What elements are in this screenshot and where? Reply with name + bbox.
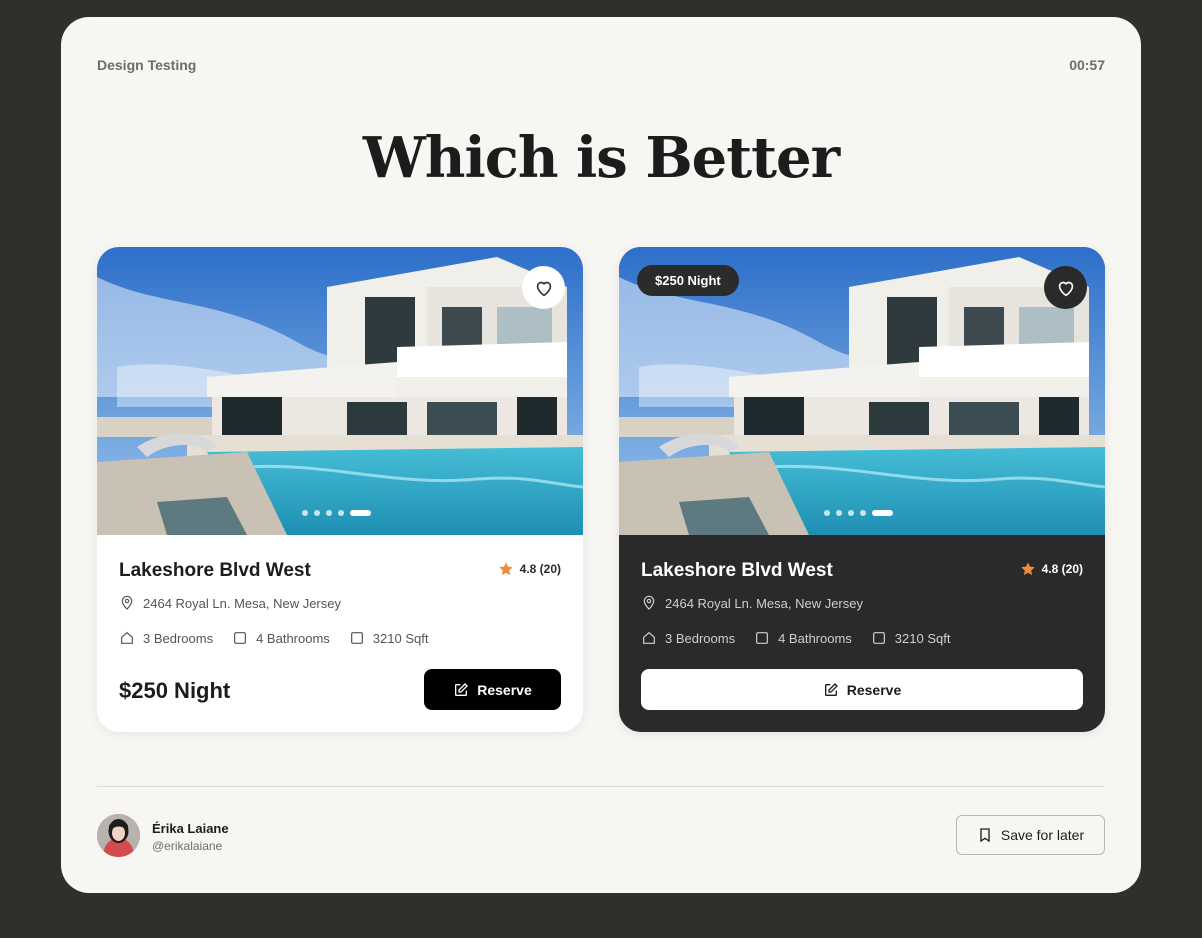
carousel-indicators[interactable] — [824, 510, 893, 516]
location-pin-icon — [121, 595, 133, 610]
user-handle: @erikalaiane — [152, 839, 223, 853]
rating: 4.8 (20) — [498, 561, 561, 577]
listing-name: Lakeshore Blvd West — [641, 560, 833, 581]
carousel-dot[interactable] — [860, 510, 866, 516]
location-pin-icon — [643, 595, 655, 610]
favorite-button[interactable] — [1044, 266, 1087, 309]
reserve-label: Reserve — [846, 681, 902, 698]
carousel-dot[interactable] — [314, 510, 320, 516]
address: 2464 Royal Ln. Mesa, New Jersey — [119, 595, 341, 611]
carousel-dot[interactable] — [824, 510, 830, 516]
address: 2464 Royal Ln. Mesa, New Jersey — [641, 595, 863, 611]
avatar[interactable] — [97, 814, 140, 857]
house-icon — [643, 631, 655, 644]
square-icon — [756, 632, 769, 644]
edit-icon — [824, 682, 838, 696]
carousel-dot-active[interactable] — [872, 510, 893, 516]
page-title: Which is Better — [362, 125, 840, 191]
carousel-dot[interactable] — [302, 510, 308, 516]
address-text: 2464 Royal Ln. Mesa, New Jersey — [143, 595, 341, 611]
edit-icon — [455, 682, 469, 696]
listing-name: Lakeshore Blvd West — [119, 560, 311, 581]
heart-icon — [536, 281, 551, 296]
bookmark-icon — [980, 828, 990, 843]
carousel-dot[interactable] — [326, 510, 332, 516]
rating-value: 4.8 (20) — [1041, 562, 1083, 576]
app-label: Design Testing — [97, 57, 197, 73]
star-icon — [1020, 562, 1035, 576]
feature-bathrooms: 4 Bathrooms — [754, 630, 852, 646]
carousel-indicators[interactable] — [302, 510, 371, 516]
reserve-label: Reserve — [477, 681, 532, 698]
rating-value: 4.8 (20) — [519, 562, 561, 576]
feature-bathrooms: 4 Bathrooms — [232, 630, 330, 646]
carousel-dot-active[interactable] — [350, 510, 371, 516]
square-icon — [350, 632, 363, 644]
carousel-dot[interactable] — [836, 510, 842, 516]
features-row: 3 Bedrooms 4 Bathrooms 3210 Sqft — [641, 630, 969, 646]
house-icon — [121, 631, 133, 644]
property-photo[interactable]: $250 Night — [619, 247, 1105, 535]
carousel-dot[interactable] — [848, 510, 854, 516]
reserve-button[interactable]: Reserve — [641, 669, 1083, 710]
timer: 00:57 — [1069, 57, 1105, 73]
listing-card-option-b[interactable]: $250 Night Lakeshore Blvd West 4.8 (20) … — [619, 247, 1105, 732]
save-for-later-label: Save for later — [1000, 827, 1085, 843]
feature-area: 3210 Sqft — [349, 630, 428, 646]
favorite-button[interactable] — [522, 266, 565, 309]
feature-bedrooms: 3 Bedrooms — [641, 630, 735, 646]
price-badge: $250 Night — [637, 265, 739, 296]
star-icon — [498, 562, 513, 576]
feature-bedrooms: 3 Bedrooms — [119, 630, 213, 646]
rating: 4.8 (20) — [1020, 561, 1083, 577]
carousel-dot[interactable] — [338, 510, 344, 516]
square-icon — [872, 632, 885, 644]
heart-icon — [1058, 281, 1073, 296]
property-photo[interactable] — [97, 247, 583, 535]
feature-area: 3210 Sqft — [871, 630, 950, 646]
reserve-button[interactable]: Reserve — [424, 669, 561, 710]
user-name: Érika Laiane — [152, 821, 229, 836]
square-icon — [234, 632, 247, 644]
address-text: 2464 Royal Ln. Mesa, New Jersey — [665, 595, 863, 611]
listing-card-option-a[interactable]: Lakeshore Blvd West 4.8 (20) 2464 Royal … — [97, 247, 583, 732]
price: $250 Night — [119, 678, 231, 703]
divider — [97, 786, 1105, 787]
features-row: 3 Bedrooms 4 Bathrooms 3210 Sqft — [119, 630, 447, 646]
comparison-panel: Design Testing 00:57 Which is Better Lak… — [61, 17, 1141, 893]
save-for-later-button[interactable]: Save for later — [956, 815, 1105, 855]
